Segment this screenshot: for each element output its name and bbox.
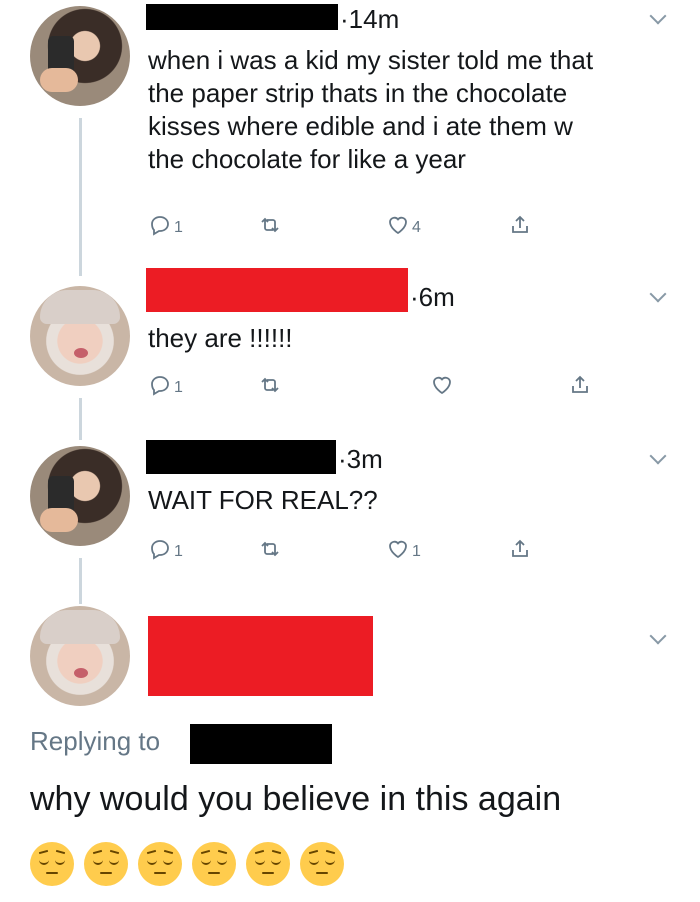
share-button[interactable] [508,534,532,564]
reply-button[interactable]: 1 [148,210,183,240]
pensive-face-icon [138,842,182,886]
tweet-actions: 1 [148,370,588,400]
reply-button[interactable]: 1 [148,534,183,564]
avatar[interactable] [30,286,130,386]
thread-line-3 [79,558,82,604]
pensive-face-icon [246,842,290,886]
redacted-username [148,616,373,696]
pensive-face-icon [300,842,344,886]
tweet-timestamp: ·3m [338,444,383,474]
chevron-down-icon[interactable] [649,627,667,645]
tweet-actions: 1 1 [148,534,568,564]
reply-icon [151,376,169,396]
redacted-username [146,268,408,312]
tweet-actions: 1 4 [148,210,568,240]
like-button[interactable]: 4 [386,210,421,240]
chevron-down-icon[interactable] [649,285,667,303]
like-count: 4 [412,219,421,236]
share-button[interactable] [568,370,592,400]
retweet-button[interactable] [258,370,282,400]
tweet-text: they are !!!!!! [148,323,293,353]
tweet-text: when i was a kid my sister told me that … [148,45,594,174]
emoji-row [30,842,344,886]
share-icon [572,375,588,393]
tweet-text: WAIT FOR REAL?? [148,485,378,515]
heart-icon [389,540,407,559]
share-button[interactable] [508,210,532,240]
reply-count: 1 [174,219,183,236]
like-count: 1 [412,543,421,560]
pensive-face-icon [84,842,128,886]
tweet-timestamp: ·6m [410,282,455,312]
avatar[interactable] [30,446,130,546]
thread-line-1 [79,118,82,276]
retweet-icon [261,217,279,233]
share-icon [512,215,528,233]
heart-icon [389,216,407,235]
tweet-timestamp: ·14m [340,4,400,34]
pensive-face-icon [30,842,74,886]
retweet-icon [261,541,279,557]
replying-to-label: Replying to [30,726,161,756]
like-button[interactable]: 1 [386,534,421,564]
reply-count: 1 [174,543,183,560]
like-button[interactable] [430,370,454,400]
reply-text: why would you believe in this again [30,780,562,818]
heart-icon [433,376,451,395]
retweet-button[interactable] [258,210,282,240]
pensive-face-icon [192,842,236,886]
redacted-reply-handle [190,724,332,764]
redacted-username [146,440,336,474]
reply-icon [151,216,169,236]
retweet-button[interactable] [258,534,282,564]
thread-line-2 [79,398,82,440]
avatar[interactable] [30,6,130,106]
reply-count: 1 [174,379,183,396]
reply-icon [151,540,169,560]
chevron-down-icon[interactable] [649,7,667,25]
redacted-username [146,4,338,30]
avatar[interactable] [30,606,130,706]
share-icon [512,539,528,557]
reply-button[interactable]: 1 [148,370,183,400]
retweet-icon [261,377,279,393]
chevron-down-icon[interactable] [649,447,667,465]
